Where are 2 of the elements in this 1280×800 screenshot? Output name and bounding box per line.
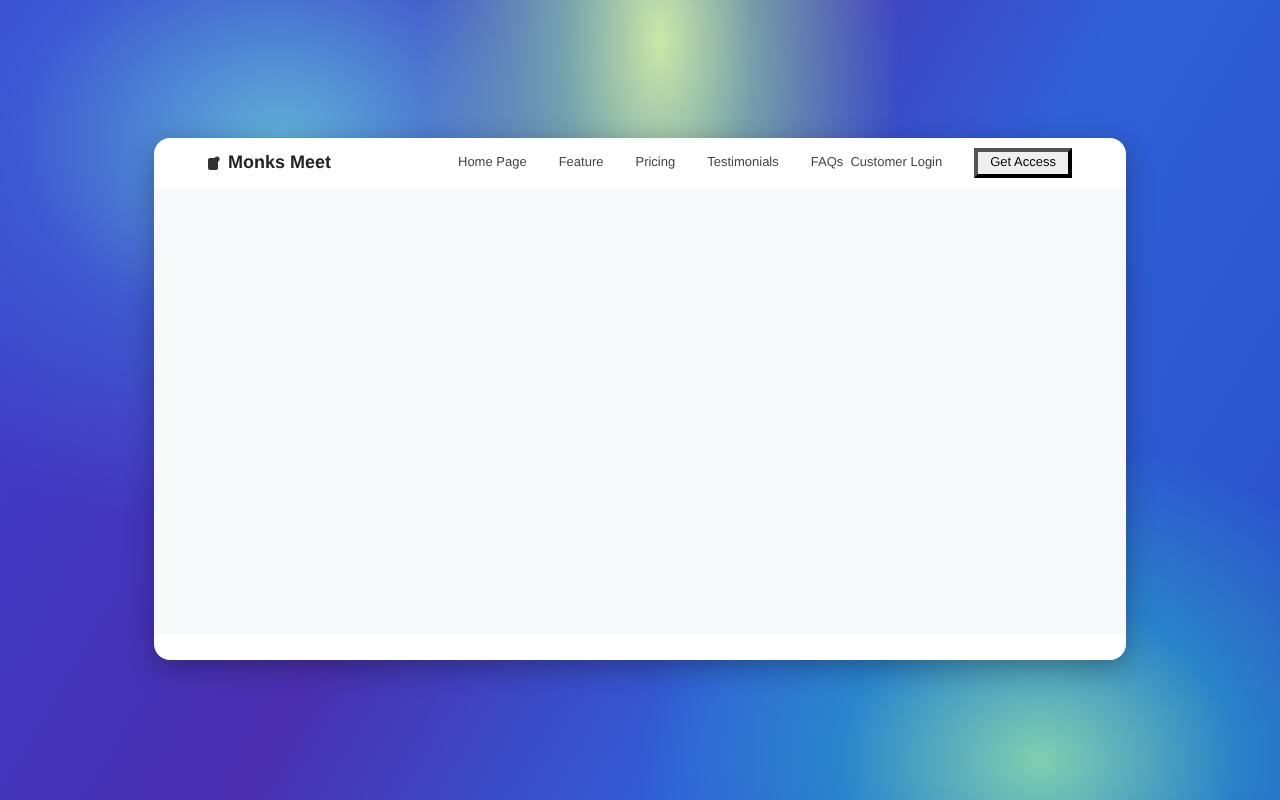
logo-icon <box>208 156 220 170</box>
brand-name: Monks Meet <box>228 149 332 176</box>
